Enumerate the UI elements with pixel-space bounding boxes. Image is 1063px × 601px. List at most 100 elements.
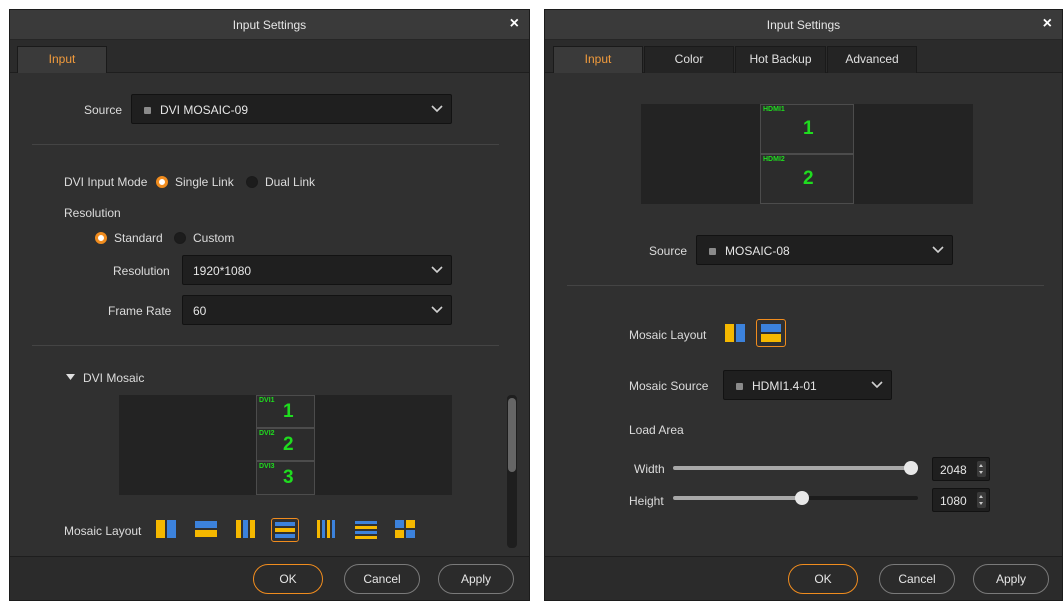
frame-rate-select[interactable]: 60 [182, 295, 452, 325]
width-spinbox[interactable]: 2048 [932, 457, 990, 481]
close-icon[interactable]: × [510, 15, 519, 33]
mosaic-source-value: HDMI1.4-01 [752, 379, 817, 393]
mosaic-cell-number: 1 [803, 118, 814, 139]
load-area-title: Load Area [629, 423, 684, 437]
mosaic-preview: DVI1 1 DVI2 2 DVI3 3 [119, 395, 452, 495]
dialog-footer: OK Cancel Apply [545, 556, 1062, 600]
collapse-triangle-icon[interactable] [66, 374, 75, 381]
height-slider-fill [673, 496, 803, 500]
layout-split-vertical-2-icon[interactable] [153, 518, 179, 540]
mosaic-cell-tag: HDMI2 [763, 156, 785, 163]
standard-radio[interactable] [95, 232, 107, 244]
mosaic-cell-tag: HDMI1 [763, 106, 785, 113]
mosaic-cell[interactable]: HDMI1 1 [760, 104, 854, 154]
chevron-down-icon [932, 246, 944, 254]
mosaic-cell[interactable]: HDMI2 2 [760, 154, 854, 204]
height-slider-knob[interactable] [795, 491, 809, 505]
width-slider-knob[interactable] [904, 461, 918, 475]
source-select[interactable]: MOSAIC-08 [696, 235, 953, 265]
dialog-title: Input Settings [766, 18, 841, 32]
mosaic-preview: HDMI1 1 HDMI2 2 [641, 104, 973, 204]
layout-split-horizontal-3-icon[interactable] [271, 518, 299, 542]
width-slider[interactable] [673, 461, 918, 475]
mosaic-cell[interactable]: DVI1 1 [256, 395, 315, 428]
source-label: Source [84, 103, 123, 117]
tab-bar: Input Color Hot Backup Advanced [545, 40, 1062, 73]
tab-advanced[interactable]: Advanced [827, 46, 917, 73]
mosaic-cell-number: 1 [283, 401, 294, 422]
dvi-input-mode-label: DVI Input Mode [64, 175, 148, 189]
resolution-label: Resolution [113, 264, 170, 278]
dual-link-radio[interactable] [246, 176, 258, 188]
source-select[interactable]: DVI MOSAIC-09 [131, 94, 452, 124]
input-settings-dialog-right: Input Settings × Input Color Hot Backup … [544, 9, 1063, 601]
height-slider[interactable] [673, 491, 918, 505]
layout-split-horizontal-4-icon[interactable] [353, 518, 379, 540]
mosaic-source-status-icon [736, 383, 743, 390]
layout-split-vertical-4-icon[interactable] [314, 518, 340, 540]
dialog-footer: OK Cancel Apply [10, 556, 529, 600]
width-value: 2048 [940, 463, 967, 477]
apply-button[interactable]: Apply [973, 564, 1049, 594]
mosaic-layout-label: Mosaic Layout [629, 328, 707, 342]
mosaic-cell[interactable]: DVI3 3 [256, 461, 315, 495]
layout-split-horizontal-2-icon[interactable] [193, 518, 219, 540]
layout-split-vertical-3-icon[interactable] [232, 518, 258, 540]
standard-label: Standard [114, 231, 163, 245]
spin-arrows-icon[interactable] [977, 492, 986, 508]
tab-color[interactable]: Color [644, 46, 734, 73]
dual-link-label: Dual Link [265, 175, 316, 189]
cancel-button[interactable]: Cancel [344, 564, 420, 594]
mosaic-cell-number: 3 [283, 467, 294, 488]
tab-input[interactable]: Input [553, 46, 643, 73]
mosaic-cell-tag: DVI2 [259, 430, 275, 437]
width-label: Width [634, 462, 665, 476]
frame-rate-label: Frame Rate [108, 304, 172, 318]
input-settings-dialog-left: Input Settings × Input Source DVI MOSAIC… [9, 9, 530, 601]
height-value: 1080 [940, 494, 967, 508]
chevron-down-icon [871, 381, 883, 389]
frame-rate-value: 60 [193, 304, 207, 318]
scrollbar-thumb[interactable] [508, 398, 516, 472]
mosaic-cell-number: 2 [283, 434, 294, 455]
height-label: Height [629, 494, 664, 508]
tab-bar: Input [10, 40, 529, 73]
tab-hot-backup[interactable]: Hot Backup [735, 46, 826, 73]
cancel-button[interactable]: Cancel [879, 564, 955, 594]
title-bar: Input Settings × [10, 10, 529, 40]
height-spinbox[interactable]: 1080 [932, 488, 990, 512]
chevron-down-icon [431, 306, 443, 314]
source-status-icon [144, 107, 151, 114]
ok-button[interactable]: OK [788, 564, 858, 594]
custom-label: Custom [193, 231, 235, 245]
layout-split-vertical-2-icon[interactable] [722, 322, 748, 344]
tab-input[interactable]: Input [17, 46, 107, 73]
custom-radio[interactable] [174, 232, 186, 244]
source-value: MOSAIC-08 [725, 244, 790, 258]
mosaic-cell[interactable]: DVI2 2 [256, 428, 315, 461]
source-value: DVI MOSAIC-09 [160, 103, 249, 117]
single-link-radio[interactable] [156, 176, 168, 188]
spin-arrows-icon[interactable] [977, 461, 986, 477]
apply-button[interactable]: Apply [438, 564, 514, 594]
mosaic-layout-label: Mosaic Layout [64, 524, 142, 538]
close-icon[interactable]: × [1043, 15, 1052, 33]
chevron-down-icon [431, 266, 443, 274]
mosaic-cell-number: 2 [803, 168, 814, 189]
dvi-mosaic-title: DVI Mosaic [83, 371, 145, 385]
mosaic-cell-tag: DVI3 [259, 463, 275, 470]
source-status-icon [709, 248, 716, 255]
chevron-down-icon [431, 105, 443, 113]
mosaic-cell-tag: DVI1 [259, 397, 275, 404]
layout-split-horizontal-2-icon[interactable] [756, 319, 786, 347]
source-label: Source [649, 244, 688, 258]
dialog-title: Input Settings [232, 18, 307, 32]
resolution-select[interactable]: 1920*1080 [182, 255, 452, 285]
resolution-value: 1920*1080 [193, 264, 252, 278]
mosaic-source-select[interactable]: HDMI1.4-01 [723, 370, 892, 400]
ok-button[interactable]: OK [253, 564, 323, 594]
title-bar: Input Settings × [545, 10, 1062, 40]
layout-grid-2x2-icon[interactable] [392, 518, 418, 540]
scrollbar[interactable] [507, 395, 517, 548]
mosaic-source-label: Mosaic Source [629, 379, 709, 393]
